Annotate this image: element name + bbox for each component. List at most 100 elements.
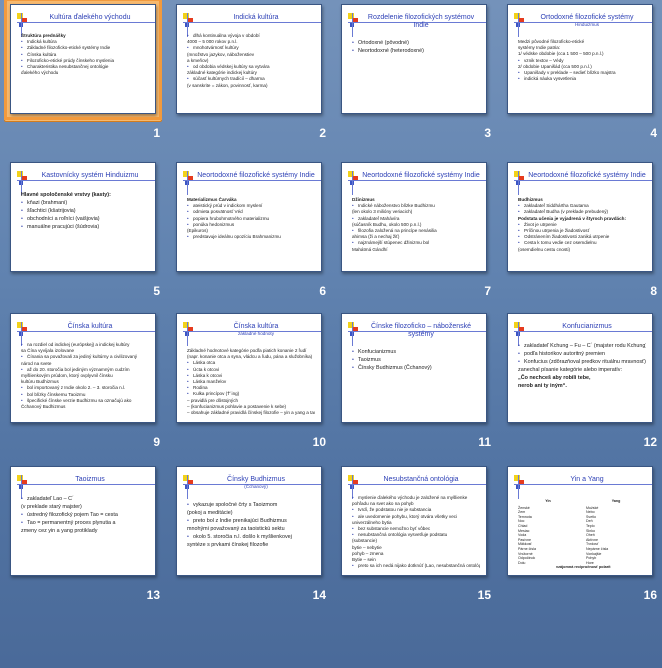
- slide-body: vykazuje spoločné črty s Taoizmom(pokoj …: [187, 501, 315, 549]
- slide-thumbnail-cell[interactable]: Čínska kultúra na rozdiel od indickej (eu…: [10, 313, 160, 453]
- slide-title: Neortodoxné filozofické systémy Indie: [526, 172, 648, 180]
- bullet-item: na rozdiel od indickej (európskej) a ind…: [21, 342, 149, 348]
- slide-thumbnail-cell[interactable]: Kastovnícky systém Hinduizmu Hlavné spolo…: [10, 162, 160, 302]
- slide-title: Rozdelenie filozofických systémov Indie: [360, 14, 482, 30]
- slide-body: Štruktúra prednáškyIndická kultúraZáklad…: [21, 33, 149, 76]
- body-text: (v sanskrite = zákon, povinnosť, karma): [187, 82, 268, 88]
- body-text: zmeny cez yin a yang protiklady: [21, 528, 98, 534]
- slide-thumbnail-cell[interactable]: Rozdelenie filozofických systémov Indie O…: [341, 4, 491, 144]
- slide-title: Čínsky Budhizmus (Čchanový): [195, 476, 317, 490]
- slide-thumbnail[interactable]: Kastovnícky systém Hinduizmu Hlavné spolo…: [10, 162, 156, 272]
- slide-thumbnail-cell[interactable]: Taoizmus zakladateľ Lao – C´(v preklade s…: [10, 466, 160, 606]
- slide-decoration-icon: [514, 13, 652, 37]
- bullet-item: Indické náboženstvo blízke Budhizmu: [352, 203, 480, 209]
- slide-thumbnail[interactable]: Čínske filozoficko – náboženské systémy K…: [341, 313, 487, 423]
- slide-thumbnail[interactable]: Nesubstančná ontológia myslenie ďalekého …: [341, 466, 487, 576]
- slide-decoration-icon: [514, 475, 652, 499]
- slide-thumbnail-cell[interactable]: Yin a Yang Yin Ženské Zem Temnota Noc Chlad Mes…: [507, 466, 657, 606]
- slide-thumbnail-cell[interactable]: Neortodoxné filozofické systémy Indie Mat…: [176, 162, 326, 302]
- slide-title-text: Neortodoxné filozofické systémy Indie: [197, 172, 315, 179]
- slide-subtitle: (Čchanový): [244, 484, 268, 489]
- slide-thumbnail[interactable]: Rozdelenie filozofických systémov Indie O…: [341, 4, 487, 114]
- slide-number: 3: [484, 126, 491, 140]
- column-header: Yang: [611, 499, 621, 503]
- slide-number: 15: [477, 588, 491, 602]
- slide-decoration-icon: [183, 13, 321, 37]
- slide-thumbnail-cell[interactable]: Ortodoxné filozofické systémy Hinduizmus M…: [507, 4, 657, 144]
- slide-thumbnail[interactable]: Čínska kultúra základné hodnoty Základné h…: [176, 313, 322, 423]
- bullet-item: podľa historikov autoritný premien: [518, 350, 646, 358]
- slide-sorter-view: Kultúra ďalekého východu Štruktúra predná…: [0, 0, 662, 668]
- slide-title: Taoizmus: [29, 476, 151, 484]
- body-text: zanechal písanie kategórie alebo imperat…: [518, 367, 622, 373]
- slide-body: zakladateľ Lao – C´(v preklade starý maj…: [21, 495, 149, 535]
- bullet-item: myslenie ďalekého východu je založené na…: [352, 495, 480, 501]
- slide-body: Budhizmuszakladateľ Siddhártha Gautamaza…: [518, 197, 646, 253]
- slide-thumbnail[interactable]: Neortodoxné filozofické systémy Indie Bud…: [507, 162, 653, 272]
- slide-thumbnail[interactable]: Neortodoxné filozofické systémy Indie Dži…: [341, 162, 487, 272]
- slide-title: Kastovnícky systém Hinduizmu: [29, 172, 151, 180]
- bullet-item: zakladateľ Lao – C´: [21, 495, 149, 503]
- slide-thumbnail-cell[interactable]: Kultúra ďalekého východu Štruktúra predná…: [4, 0, 162, 144]
- slide-body: KonfucianizmusTaoizmusČínsky Budhizmus (…: [352, 348, 480, 372]
- slide-thumbnail[interactable]: Neortodoxné filozofické systémy Indie Mat…: [176, 162, 322, 272]
- slide-decoration-icon: [514, 322, 652, 346]
- slide-thumbnail[interactable]: Kultúra ďalekého východu Štruktúra predná…: [4, 0, 162, 120]
- slide-title-text: Neortodoxné filozofické systémy Indie: [528, 172, 646, 179]
- bullet-item: šľachtici (kšatrijovia): [21, 207, 149, 215]
- bullet-item: Taoizmus: [352, 356, 480, 364]
- slide-thumbnail[interactable]: Konfucianizmus zakladateľ Kchung – Fu – C…: [507, 313, 653, 423]
- bullet-item: Neortodoxné (heterodoxné): [352, 47, 480, 55]
- slide-body: na rozdiel od indickej (európskej) a ind…: [21, 342, 149, 410]
- slide-title-text: Kastovnícky systém Hinduizmu: [41, 172, 139, 179]
- slide-thumbnail-cell[interactable]: Konfucianizmus zakladateľ Kchung – Fu – C…: [507, 313, 657, 453]
- slide-title-text: Kultúra ďalekého východu: [49, 14, 131, 21]
- slide-number: 11: [478, 435, 491, 449]
- slide-thumbnail-cell[interactable]: Čínske filozoficko – náboženské systémy K…: [341, 313, 491, 453]
- body-text: ďalekého východu: [21, 70, 59, 76]
- slide-thumbnail-cell[interactable]: Nesubstančná ontológia myslenie ďalekého …: [341, 466, 491, 606]
- slide-thumbnail-cell[interactable]: Čínsky Budhizmus(Čchanový) vykazuje spolo…: [176, 466, 326, 606]
- bullet-item: vykazuje spoločné črty s Taoizmom: [187, 501, 315, 509]
- bullet-item: ústredný filozofický pojem Tao = cesta: [21, 511, 149, 519]
- bullet-item: predstavuje ideálnu opozíciu Brahmanizmu: [187, 234, 315, 240]
- bullet-item: ponúka hedonizmus: [187, 222, 315, 228]
- slide-number: 8: [650, 284, 657, 298]
- slide-title-text: Konfucianizmus: [562, 323, 612, 330]
- slide-number: 16: [643, 588, 657, 602]
- slide-thumbnail-cell[interactable]: Indická kultúra dlhá kontinuálna vývoja v…: [176, 4, 326, 144]
- slide-thumbnail-cell[interactable]: Neortodoxné filozofické systémy Indie Bud…: [507, 162, 657, 302]
- slide-title: Čínska kultúra: [29, 323, 151, 331]
- slide-thumbnail-cell[interactable]: Čínska kultúra základné hodnoty Základné h…: [176, 313, 326, 453]
- slide-decoration-icon: [348, 171, 486, 195]
- slide-body: DžinizmusIndické náboženstvo blízke Budh…: [352, 197, 480, 253]
- bullet-item: nesubstančná ontológia vysvetľuje podsta…: [352, 532, 480, 538]
- slide-decoration-icon: [183, 171, 321, 195]
- bullet-item: Charakteristika nesubstančnej ontológie: [21, 64, 149, 70]
- slide-body: Základné hodnotové kategórie podľa piati…: [187, 348, 315, 416]
- slide-thumbnail[interactable]: Yin a Yang Yin Ženské Zem Temnota Noc Chlad Mes…: [507, 466, 653, 576]
- yin-yang-column: Yang Mužské Nebo Svetlo Deň Teplo Slnko Oheň Akt…: [586, 499, 646, 565]
- slide-body: Materializmus Čarvákaateistický prúd v i…: [187, 197, 315, 240]
- slide-number: 13: [146, 588, 160, 602]
- slide-number: 9: [153, 435, 160, 449]
- slide-thumbnail[interactable]: Indická kultúra dlhá kontinuálna vývoja v…: [176, 4, 322, 114]
- slide-thumbnail[interactable]: Taoizmus zakladateľ Lao – C´(v preklade s…: [10, 466, 156, 576]
- slide-thumbnail[interactable]: Čínsky Budhizmus(Čchanový) vykazuje spolo…: [176, 466, 322, 576]
- slide-body: myslenie ďalekého východu je založené na…: [352, 495, 480, 569]
- slide-thumbnail[interactable]: Čínska kultúra na rozdiel od indickej (eu…: [10, 313, 156, 423]
- slide-number: 2: [319, 126, 326, 140]
- slide-thumbnail[interactable]: Ortodoxné filozofické systémy Hinduizmus M…: [507, 4, 653, 114]
- slide-title-text: Rozdelenie filozofických systémov Indie: [367, 14, 475, 29]
- slide-decoration-icon: [348, 13, 486, 37]
- body-text: (v preklade starý majster): [21, 504, 82, 510]
- slide-thumbnail-cell[interactable]: Neortodoxné filozofické systémy Indie Dži…: [341, 162, 491, 302]
- slide-title: Indická kultúra: [195, 14, 317, 22]
- slide-number: 4: [650, 126, 657, 140]
- body-text: – obsahuje základné pravidlá čínskej fil…: [187, 410, 315, 416]
- yin-yang-table: Yin Ženské Zem Temnota Noc Chlad Mesiac Voda Pas…: [518, 499, 646, 569]
- slide-title: Ortodoxné filozofické systémy Hinduizmus: [526, 14, 648, 28]
- slide-decoration-icon: [183, 322, 321, 346]
- slide-decoration-icon: [17, 13, 155, 37]
- body-text: Čchanový Budhizmus: [21, 404, 66, 410]
